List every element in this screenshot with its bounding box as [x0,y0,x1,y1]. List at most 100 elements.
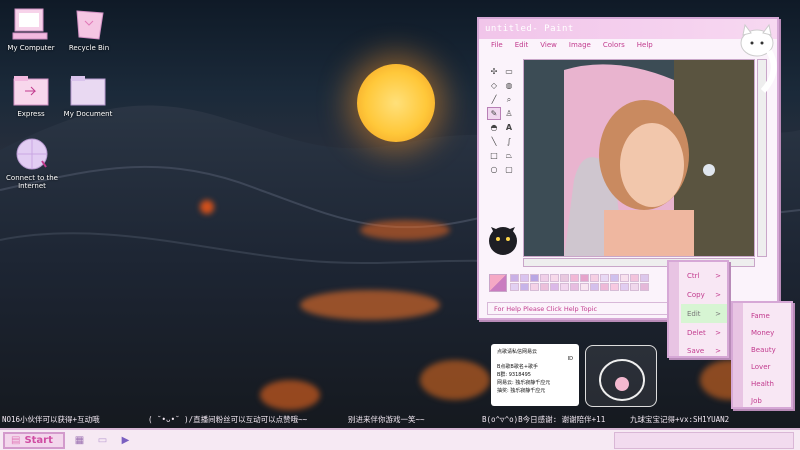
eraser-icon[interactable]: ◇ [487,79,501,92]
palette-swatch[interactable] [600,283,609,291]
context-menu: Ctrl > Copy > Edit > Delet > Save > [667,260,729,358]
palette-swatch[interactable] [580,274,589,282]
polygon-icon[interactable]: ⏢ [502,149,516,162]
palette-swatch[interactable] [590,274,599,282]
curve-icon[interactable]: ∫ [502,135,516,148]
rounded-rect-icon[interactable]: ▢ [502,163,516,176]
palette-swatch[interactable] [510,283,519,291]
free-select-icon[interactable]: ✣ [487,65,501,78]
light-reflection [260,380,320,410]
computer-icon [10,6,52,42]
submenu-item-health[interactable]: Health [745,375,791,392]
submenu-item-lover[interactable]: Lover [745,358,791,375]
palette-swatch[interactable] [520,274,529,282]
magnifier-icon[interactable]: ⌕ [502,93,516,106]
menu-help[interactable]: Help [637,41,653,49]
menu-view[interactable]: View [540,41,557,49]
context-menu-strip [669,262,679,356]
calendar-icon[interactable]: ▦ [71,433,88,447]
start-button[interactable]: ▤ Start [3,431,65,449]
card-line: 抽奖: 独乐寂静千应元 [497,388,546,394]
palette-swatch[interactable] [620,283,629,291]
palette-swatch[interactable] [550,283,559,291]
palette-swatch[interactable] [580,283,589,291]
palette-swatch[interactable] [590,283,599,291]
menu-image[interactable]: Image [569,41,591,49]
start-label: Start [24,434,53,446]
black-cat-sticker [483,209,523,263]
rect-select-icon[interactable]: ▭ [502,65,516,78]
menu-item-copy[interactable]: Copy > [681,285,727,304]
current-color-swatch[interactable] [489,274,507,292]
submenu-item-job[interactable]: Job [745,392,791,409]
menu-edit[interactable]: Edit [515,41,529,49]
paint-window[interactable]: untitled- Paint File Edit View Image Col… [477,17,779,320]
palette-swatch[interactable] [640,274,649,282]
ellipse-icon[interactable]: ○ [487,163,501,176]
palette-swatch[interactable] [570,283,579,291]
palette-swatch[interactable] [510,274,519,282]
palette-swatch[interactable] [520,283,529,291]
submenu-item-money[interactable]: Money [745,324,791,341]
menu-item-ctrl[interactable]: Ctrl > [681,266,727,285]
desktop-icon-label: Connect to the Internet [6,174,58,190]
folder-icon [10,72,52,108]
menu-item-delet[interactable]: Delet > [681,323,727,342]
card-line: ID [567,356,573,362]
brush-icon[interactable]: ♙ [502,107,516,120]
palette-swatch[interactable] [600,274,609,282]
palette-grid [510,274,649,291]
light-reflection [200,200,214,214]
song-request-card: 点歌请私信网易云 ID B点歌B歌名+歌手 B群: 9318495 网易云: 独… [491,344,579,406]
desktop-icon-label: Recycle Bin [68,44,110,52]
light-reflection [360,220,450,240]
palette-swatch[interactable] [540,283,549,291]
palette-swatch[interactable] [640,283,649,291]
menu-colors[interactable]: Colors [603,41,625,49]
desktop-icon-recycle-bin[interactable]: Recycle Bin [51,6,127,52]
system-tray [614,431,794,449]
play-icon[interactable]: ▶ [117,433,134,447]
fill-icon[interactable]: ◍ [502,79,516,92]
pencil-icon[interactable]: ✎ [487,107,501,120]
ticker-segment: ( ˘•ᴗ•˘ )/直播间粉丝可以互动可以点赞哦~~ [148,414,308,424]
airbrush-icon[interactable]: ◓ [487,121,501,134]
rectangle-icon[interactable]: □ [487,149,501,162]
globe-icon [11,136,53,172]
submenu-item-fame[interactable]: Fame [745,307,791,324]
line-icon[interactable]: ╲ [487,135,501,148]
webcam-image [524,60,754,256]
start-logo-icon: ▤ [11,434,21,446]
menu-file[interactable]: File [491,41,503,49]
paint-canvas[interactable] [523,59,755,257]
submenu-item-beauty[interactable]: Beauty [745,341,791,358]
taskbar: ▤ Start ▦ ▭ ▶ [0,428,800,450]
window-title: untitled- Paint [485,24,574,34]
palette-swatch[interactable] [550,274,559,282]
menu-item-save[interactable]: Save > [681,342,727,359]
card-line: B群: 9318495 [497,372,531,378]
palette-swatch[interactable] [560,283,569,291]
cat-paw-sticker [585,345,657,407]
submenu: Fame Money Beauty Lover Health Job [731,301,793,409]
palette-swatch[interactable] [630,283,639,291]
stream-ticker: NO16小伙伴可以获得+互动哦 ( ˘•ᴗ•˘ )/直播间粉丝可以互动可以点赞哦… [0,412,800,426]
menu-item-edit[interactable]: Edit > [681,304,727,323]
palette-swatch[interactable] [610,274,619,282]
palette-swatch[interactable] [610,283,619,291]
folder-icon[interactable]: ▭ [94,433,111,447]
picker-icon[interactable]: ╱ [487,93,501,106]
palette-swatch[interactable] [560,274,569,282]
text-icon[interactable]: A [502,121,516,134]
palette-swatch[interactable] [570,274,579,282]
palette-swatch[interactable] [630,274,639,282]
paint-toolbox: ✣ ▭ ◇ ◍ ╱ ⌕ ✎ ♙ ◓ A ╲ ∫ □ ⏢ ○ ▢ [487,65,517,200]
palette-swatch[interactable] [530,274,539,282]
card-line: 网易云: 独乐寂静千应元 [497,380,551,386]
palette-swatch[interactable] [530,283,539,291]
desktop-icon-connect-internet[interactable]: Connect to the Internet [0,136,70,190]
light-reflection [300,290,440,320]
desktop-icon-my-document[interactable]: My Document [50,72,126,118]
palette-swatch[interactable] [620,274,629,282]
palette-swatch[interactable] [540,274,549,282]
